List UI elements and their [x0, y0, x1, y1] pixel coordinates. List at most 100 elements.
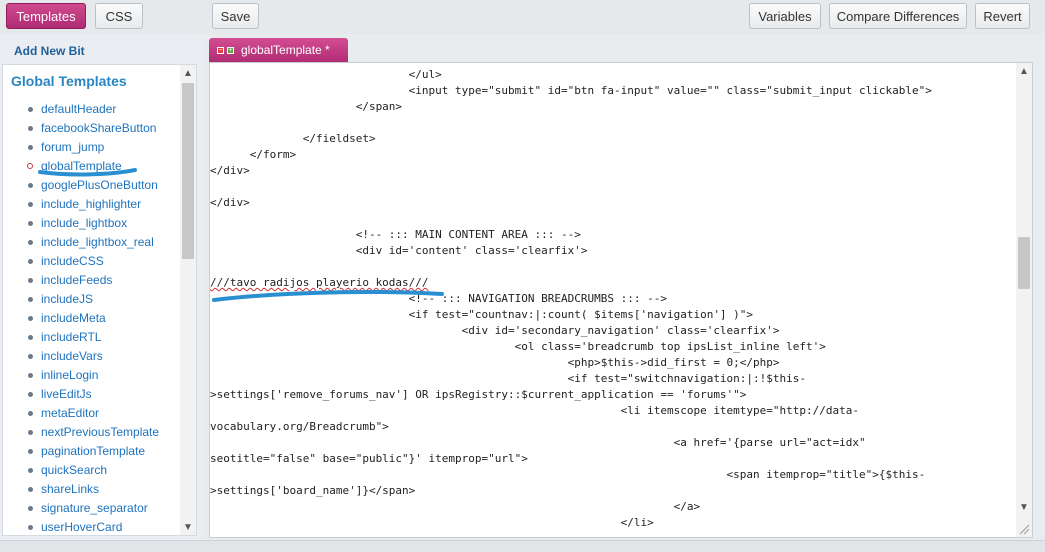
close-icon[interactable]: − [217, 46, 224, 54]
template-list-item[interactable]: defaultHeader [3, 99, 183, 118]
template-list-item[interactable]: shareLinks [3, 479, 183, 498]
bullet-icon [28, 240, 33, 245]
code-line: <!-- ::: MAIN CONTENT AREA ::: --> [210, 228, 581, 241]
template-list-item[interactable]: facebookShareButton [3, 118, 183, 137]
template-list-item[interactable]: inlineLogin [3, 365, 183, 384]
bullet-icon [28, 411, 33, 416]
bullet-icon [28, 297, 33, 302]
compare-differences-button[interactable]: Compare Differences [829, 3, 967, 29]
code-line: </span> [210, 100, 403, 113]
template-list-item[interactable]: userHoverCard [3, 517, 183, 535]
templates-button[interactable]: Templates [6, 3, 86, 29]
template-name: quickSearch [41, 462, 108, 477]
template-list-item[interactable]: include_lightbox [3, 213, 183, 232]
code-line: </a> [210, 500, 701, 513]
bullet-icon [28, 126, 33, 131]
template-list-item[interactable]: include_highlighter [3, 194, 183, 213]
bullet-icon [28, 278, 33, 283]
resize-handle-icon[interactable] [1018, 523, 1030, 535]
expand-icon[interactable]: + [227, 46, 234, 54]
template-name: liveEditJs [41, 386, 92, 401]
template-list-item[interactable]: liveEditJs [3, 384, 183, 403]
bullet-icon [27, 163, 33, 169]
template-list-item[interactable]: includeMeta [3, 308, 183, 327]
code-line: <if test="switchnavigation:|:!$this- [210, 372, 807, 385]
template-name: include_highlighter [41, 196, 142, 211]
css-button[interactable]: CSS [95, 3, 143, 29]
revert-button[interactable]: Revert [975, 3, 1030, 29]
template-list-item[interactable]: globalTemplate [3, 156, 183, 175]
template-name: includeVars [41, 348, 103, 363]
code-editor[interactable]: </ul> <input type="submit" id="btn fa-in… [209, 62, 1033, 538]
bullet-icon [28, 430, 33, 435]
bullet-icon [28, 221, 33, 226]
bullet-icon [28, 259, 33, 264]
code-line: ///tavo radijos playerio kodas/// [210, 276, 429, 289]
template-list-item[interactable]: includeCSS [3, 251, 183, 270]
code-line: >settings['board_name']}</span> [210, 484, 416, 497]
template-name: includeMeta [41, 310, 106, 325]
bullet-icon [28, 525, 33, 530]
template-list-item[interactable]: metaEditor [3, 403, 183, 422]
panel-title: Global Templates [11, 73, 127, 89]
code-line: <if test="countnav:|:count( $items['navi… [210, 308, 754, 321]
template-list-item[interactable]: quickSearch [3, 460, 183, 479]
bullet-icon [28, 373, 33, 378]
code-line: <span itemprop="title">{$this- [210, 468, 926, 481]
template-name: includeRTL [41, 329, 102, 344]
bullet-icon [28, 449, 33, 454]
bullet-icon [28, 183, 33, 188]
bullet-icon [28, 107, 33, 112]
tab-global-template[interactable]: − + globalTemplate * [209, 38, 348, 62]
save-button[interactable]: Save [212, 3, 259, 29]
scrollbar-thumb[interactable] [182, 83, 194, 259]
template-list-item[interactable]: nextPreviousTemplate [3, 422, 183, 441]
template-list-item[interactable]: includeJS [3, 289, 183, 308]
add-new-bit-link[interactable]: Add New Bit [14, 44, 85, 58]
bullet-icon [28, 316, 33, 321]
chevron-up-icon[interactable]: ▲ [1016, 63, 1032, 79]
code-line: <a href='{parse url="act=idx" [210, 436, 866, 449]
template-list-item[interactable]: signature_separator [3, 498, 183, 517]
sidebar-scrollbar[interactable]: ▲ ▼ [180, 65, 196, 535]
template-name: include_lightbox [41, 215, 128, 230]
template-list-item[interactable]: includeVars [3, 346, 183, 365]
template-list-item[interactable]: includeRTL [3, 327, 183, 346]
code-line: </li> [210, 516, 654, 529]
code-line: <div id='content' class='clearfix'> [210, 244, 588, 257]
chevron-down-icon[interactable]: ▼ [180, 519, 196, 535]
editor-scrollbar[interactable]: ▲ ▼ [1016, 63, 1032, 537]
code-line: </div> [210, 164, 250, 177]
code-line: <input type="submit" id="btn fa-input" v… [210, 84, 932, 97]
template-list: defaultHeader facebookShareButton forum_ju… [3, 99, 183, 535]
top-toolbar: Templates CSS Save Variables Compare Dif… [0, 0, 1045, 34]
tab-label: globalTemplate * [241, 43, 330, 57]
template-name: includeJS [41, 291, 94, 306]
template-list-item[interactable]: forum_jump [3, 137, 183, 156]
template-name: signature_separator [41, 500, 148, 515]
template-name: userHoverCard [41, 519, 123, 534]
bullet-icon [28, 487, 33, 492]
scrollbar-thumb[interactable] [1018, 237, 1030, 289]
template-name: globalTemplate [41, 158, 122, 173]
bullet-icon [28, 392, 33, 397]
template-list-item[interactable]: includeFeeds [3, 270, 183, 289]
template-name: googlePlusOneButton [41, 177, 158, 192]
template-name: forum_jump [41, 139, 105, 154]
chevron-down-icon[interactable]: ▼ [1016, 499, 1032, 515]
template-list-item[interactable]: paginationTemplate [3, 441, 183, 460]
template-name: includeCSS [41, 253, 104, 268]
variables-button[interactable]: Variables [749, 3, 821, 29]
template-list-item[interactable]: googlePlusOneButton [3, 175, 183, 194]
code-line: <!-- ::: NAVIGATION BREADCRUMBS ::: --> [210, 292, 667, 305]
bullet-icon [28, 335, 33, 340]
chevron-up-icon[interactable]: ▲ [180, 65, 196, 81]
code-line: seotitle="false" base="public"}' itempro… [210, 452, 528, 465]
code-line: <php>$this->did_first = 0;</php> [210, 356, 780, 369]
template-list-item[interactable]: include_lightbox_real [3, 232, 183, 251]
template-name: facebookShareButton [41, 120, 157, 135]
status-bar [0, 540, 1045, 552]
template-name: shareLinks [41, 481, 100, 496]
code-line: vocabulary.org/Breadcrumb"> [210, 420, 389, 433]
code-line: <ol class='breadcrumb top ipsList_inline… [210, 340, 826, 353]
